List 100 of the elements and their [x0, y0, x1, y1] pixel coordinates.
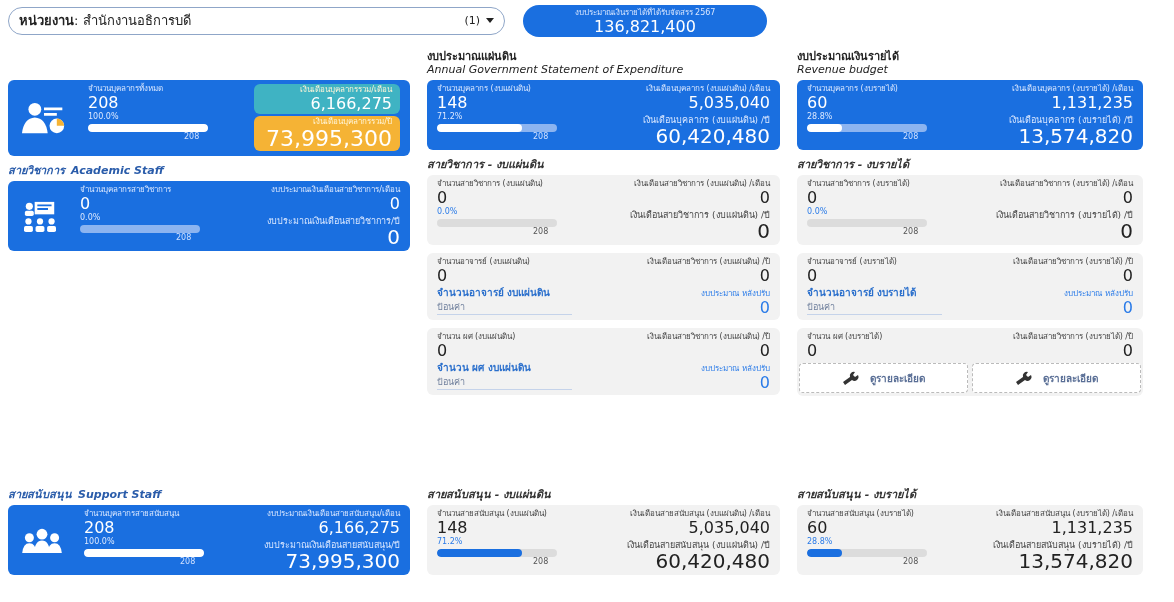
amount-label: เงินเดือนบุคลากรรวม/เดือน [300, 85, 392, 95]
amount-value: 6,166,275 [318, 519, 400, 537]
percent-label: 28.8% [807, 112, 834, 121]
adjusted-budget-value: 0 [1122, 299, 1133, 317]
count-label: จำนวน ผศ (งบแผ่นดิน) [437, 332, 517, 342]
amount-value: 73,995,300 [266, 127, 392, 150]
unit-dropdown[interactable]: หน่วยงาน: สำนักงานอธิการบดี (1) [8, 6, 505, 35]
count-label: จำนวนสายวิชาการ (งบแผ่นดิน) [437, 179, 544, 189]
amount-value: 13,574,820 [1018, 550, 1133, 572]
count-value: 60 [807, 94, 829, 112]
amount-value: 1,131,235 [1051, 94, 1133, 112]
details-button[interactable]: ดูรายละเอียด [972, 363, 1141, 393]
amount-value: 0 [1122, 342, 1133, 360]
amount-value: 0 [1122, 189, 1133, 207]
amount-label: เงินเดือนบุคลากรรวม/ปี [313, 117, 392, 127]
amount-value: 0 [1122, 267, 1133, 285]
amount-value: 0 [759, 189, 770, 207]
count-label: จำนวนอาจารย์ (งบแผ่นดิน) [437, 257, 531, 267]
adjusted-budget-label: งบประมาณ หลังปรับ [701, 289, 770, 299]
percent-label: 28.8% [807, 537, 834, 546]
count-value: 0 [437, 267, 449, 285]
scale-label: 208 [176, 233, 192, 242]
adjusted-budget-label: งบประมาณ หลังปรับ [701, 364, 770, 374]
count-label: จำนวน ผศ (งบรายได้) [807, 332, 884, 342]
scale-label: 208 [903, 132, 919, 141]
count-label: จำนวนบุคลากร (งบรายได้) [807, 84, 899, 94]
count-value: 0 [807, 189, 819, 207]
amount-label: เงินเดือนสายวิชาการ (งบรายได้) /ปี [996, 210, 1133, 220]
count-value: 0 [437, 189, 449, 207]
count-label: จำนวนบุคลากรสายสนับสนุน [84, 509, 181, 519]
scale-label: 208 [533, 227, 549, 236]
percent-label: 0.0% [807, 207, 829, 216]
amount-label: เงินเดือนสายวิชาการ (งบแผ่นดิน) /เดือน [633, 179, 770, 189]
amount-label: เงินเดือนสายวิชาการ (งบแผ่นดิน) /ปี [646, 257, 770, 267]
details-button[interactable]: ดูรายละเอียด [799, 363, 968, 393]
input-label: จำนวนอาจารย์ งบรายได้ [807, 286, 918, 299]
section-title: Support Staff [78, 488, 162, 501]
column-subtitle: Revenue budget [797, 63, 889, 76]
count-value: 0 [80, 195, 92, 213]
amount-label: เงินเดือนสายวิชาการ (งบรายได้) /ปี [1012, 257, 1133, 267]
amount-value: 60,420,480 [655, 125, 770, 147]
selection-count: (1) [464, 14, 480, 27]
unit-label: หน่วยงาน: สำนักงานอธิการบดี [19, 12, 192, 30]
input-field[interactable]: ป้อนค่า [437, 300, 572, 315]
budget-value: 136,821,400 [594, 19, 696, 35]
amount-label: เงินเดือนสายวิชาการ (งบแผ่นดิน) /ปี [646, 332, 770, 342]
count-label: จำนวนบุคลากรทั้งหมด [88, 84, 164, 94]
amount-value: 60,420,480 [655, 550, 770, 572]
amount-label: งบประมาณเงินเดือนสายวิชาการ/ปี [266, 216, 400, 226]
section-title: Academic Staff [71, 164, 164, 177]
person-chart-icon [22, 102, 66, 135]
count-value: 148 [437, 519, 469, 537]
amount-label: เงินเดือนบุคลากร (งบรายได้) /ปี [1009, 115, 1133, 125]
amount-label: งบประมาณเงินเดือนสายสนับสนุน/เดือน [267, 509, 400, 519]
percent-label: 71.2% [437, 112, 464, 121]
section-title: สายวิชาการ [8, 164, 65, 177]
percent-label: 71.2% [437, 537, 464, 546]
amount-value: 0 [389, 195, 400, 213]
input-field[interactable]: ป้อนค่า [437, 375, 572, 390]
amount-value: 0 [757, 220, 770, 242]
amount-value: 0 [759, 342, 770, 360]
percent-label: 0.0% [437, 207, 459, 216]
section-title: สายวิชาการ - งบรายได้ [797, 158, 910, 171]
count-value: 208 [84, 519, 116, 537]
scale-label: 208 [533, 557, 549, 566]
amount-value: 13,574,820 [1018, 125, 1133, 147]
count-label: จำนวนสายสนับสนุน (งบรายได้) [807, 509, 915, 519]
percent-label: 100.0% [88, 112, 120, 121]
amount-value: 6,166,275 [310, 95, 392, 113]
input-field[interactable]: ป้อนค่า [807, 300, 942, 315]
input-label: จำนวนอาจารย์ งบแผ่นดิน [437, 286, 552, 299]
adjusted-budget-label: งบประมาณ หลังปรับ [1064, 289, 1133, 299]
amount-label: เงินเดือนสายสนับสนุน (งบรายได้) /เดือน [995, 509, 1133, 519]
teacher-icon [22, 200, 58, 233]
input-label: จำนวน ผศ งบแผ่นดิน [437, 361, 532, 374]
amount-value: 1,131,235 [1051, 519, 1133, 537]
amount-label: เงินเดือนสายวิชาการ (งบรายได้) /ปี [1012, 332, 1133, 342]
count-label: จำนวนอาจารย์ (งบรายได้) [807, 257, 898, 267]
amount-label: งบประมาณเงินเดือนสายวิชาการ/เดือน [271, 185, 400, 195]
count-label: จำนวนสายสนับสนุน (งบแผ่นดิน) [437, 509, 548, 519]
section-title: สายสนับสนุน [8, 488, 72, 501]
scale-label: 208 [533, 132, 549, 141]
people-group-icon [22, 527, 62, 554]
amount-value: 0 [1120, 220, 1133, 242]
count-value: 60 [807, 519, 829, 537]
wrench-icon [1015, 371, 1033, 385]
amount-label: เงินเดือนสายวิชาการ (งบรายได้) /เดือน [999, 179, 1133, 189]
amount-label: งบประมาณเงินเดือนสายสนับสนุน/ปี [263, 540, 400, 550]
percent-label: 0.0% [80, 213, 102, 222]
amount-value: 5,035,040 [688, 519, 770, 537]
scale-label: 208 [903, 227, 919, 236]
caret-icon [486, 18, 494, 23]
count-value: 0 [807, 267, 819, 285]
amount-value: 0 [387, 226, 400, 248]
column-title: งบประมาณเงินรายได้ [797, 50, 900, 63]
section-title: สายสนับสนุน - งบแผ่นดิน [427, 488, 552, 501]
wrench-icon [842, 371, 860, 385]
count-value: 0 [437, 342, 449, 360]
amount-label: เงินเดือนสายวิชาการ (งบแผ่นดิน) /ปี [630, 210, 770, 220]
amount-value: 73,995,300 [285, 550, 400, 572]
